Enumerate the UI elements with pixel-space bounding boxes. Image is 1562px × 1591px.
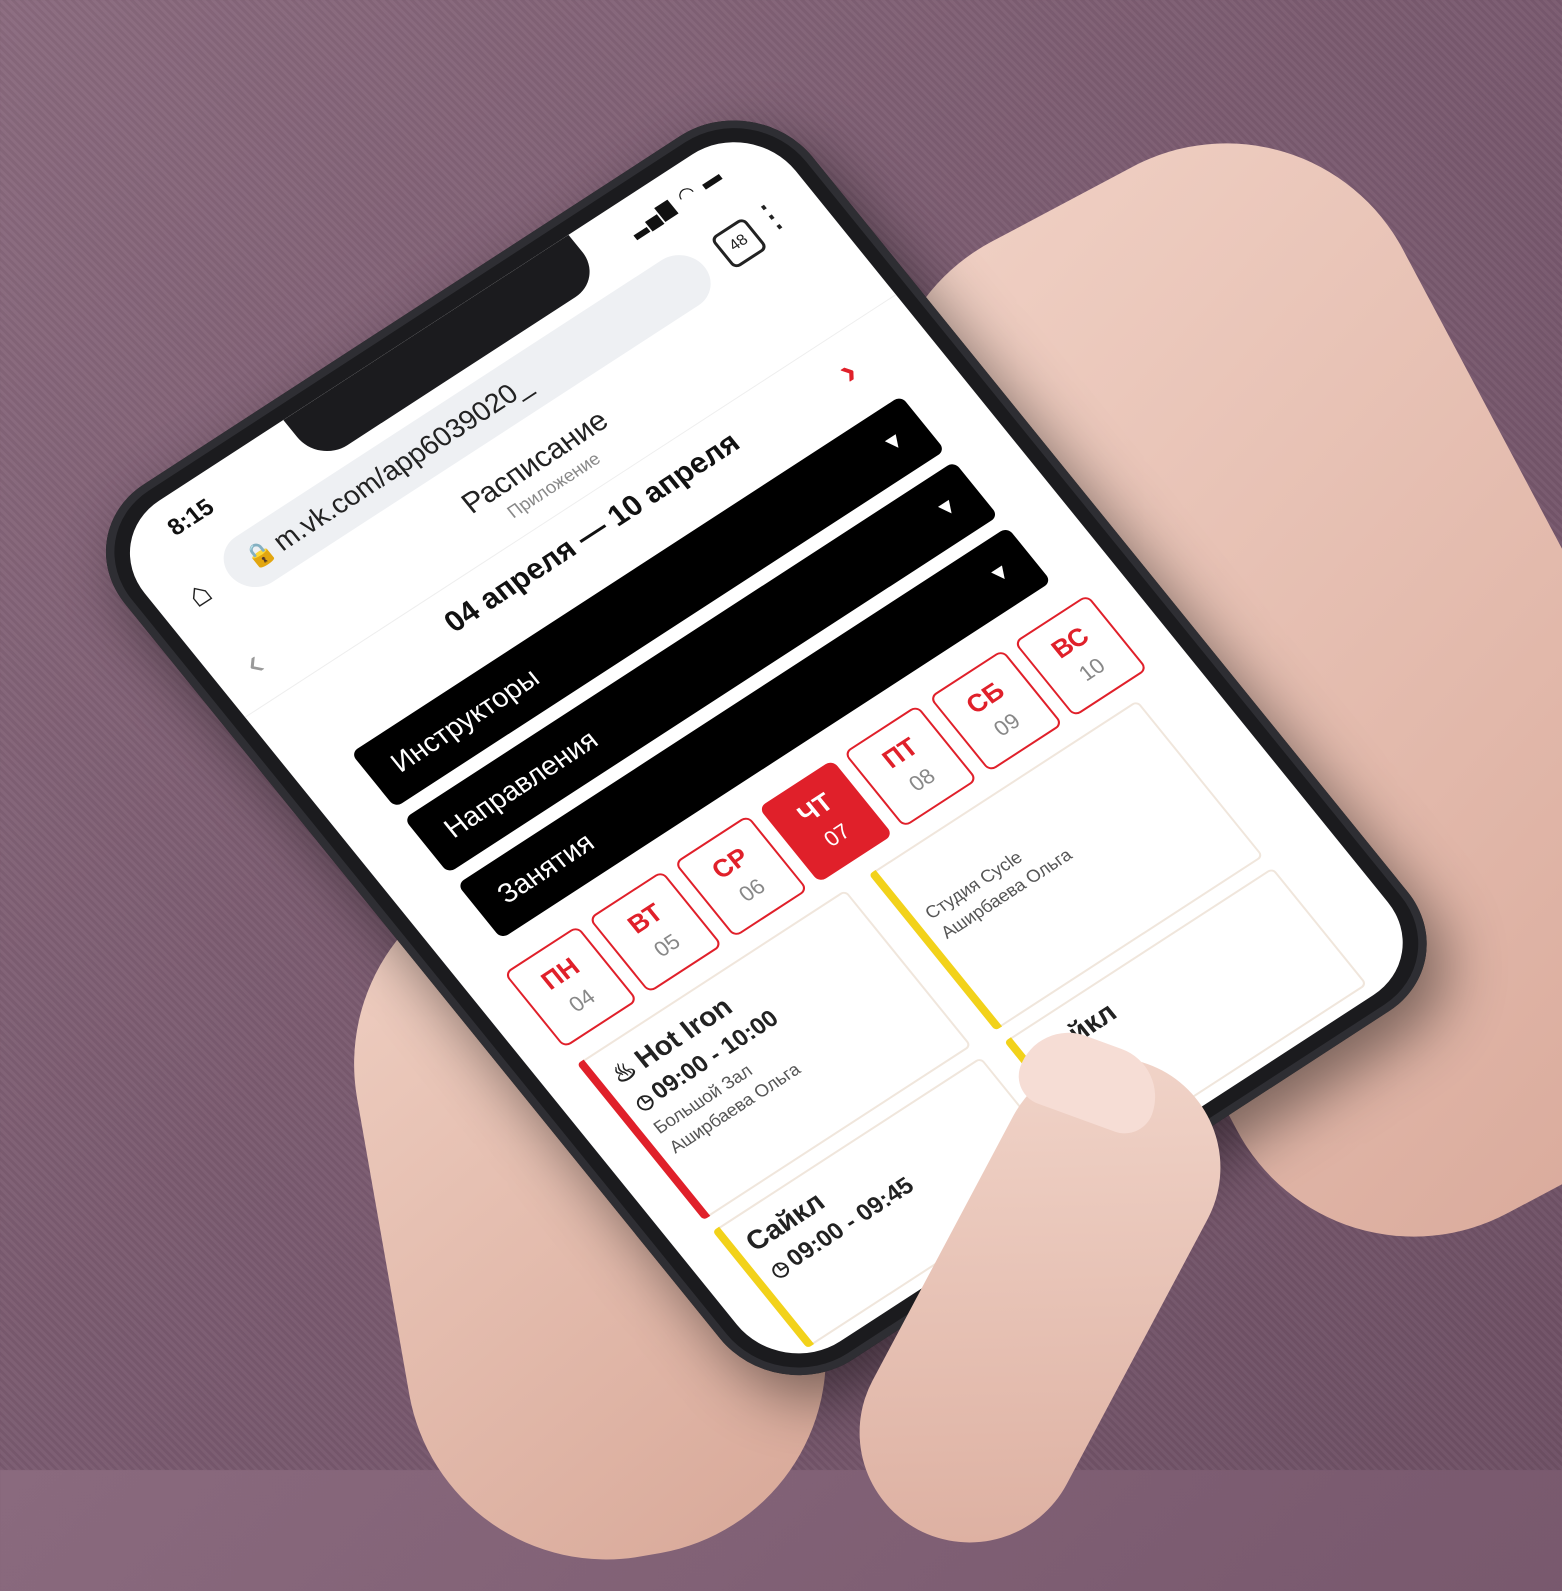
- caret-down-icon: ▼: [929, 491, 964, 523]
- filter-label: Занятия: [490, 826, 601, 910]
- next-week-icon[interactable]: ›: [829, 352, 867, 392]
- caret-down-icon: ▼: [982, 557, 1017, 589]
- status-time: 8:15: [162, 493, 220, 542]
- home-icon[interactable]: ⌂: [170, 567, 229, 620]
- caret-down-icon: ▼: [876, 425, 911, 458]
- card-instructor: Аширбаева Ольга: [936, 844, 1076, 943]
- card-room: Большой Зал: [649, 1060, 757, 1138]
